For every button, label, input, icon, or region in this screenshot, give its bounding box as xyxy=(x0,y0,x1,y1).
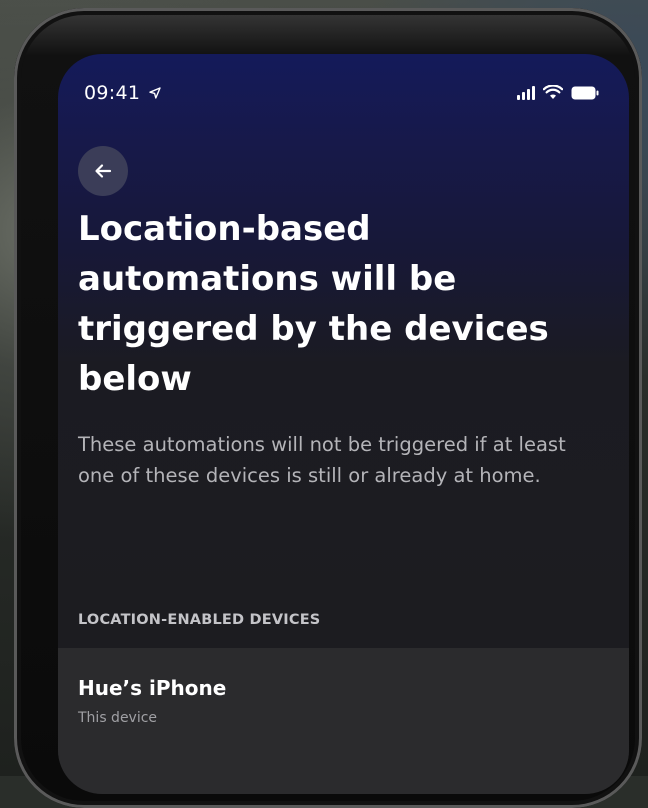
location-arrow-icon xyxy=(148,87,161,99)
status-time-text: 09:41 xyxy=(84,82,141,104)
status-time: 09:41 xyxy=(84,82,161,104)
device-detail: This device xyxy=(78,710,158,726)
section-header-location-devices: LOCATION-ENABLED DEVICES xyxy=(78,612,321,628)
phone-frame: 09:41 Location-based automations will be… xyxy=(14,8,642,808)
status-icons xyxy=(517,84,599,100)
battery-icon xyxy=(571,86,599,100)
page-description: These automations will not be triggered … xyxy=(78,433,566,487)
page-title: Location-based automations will be trigg… xyxy=(78,209,549,399)
device-name: Hue’s iPhone xyxy=(78,676,227,700)
cellular-signal-icon xyxy=(517,86,535,100)
status-bar: 09:41 xyxy=(58,54,629,134)
arrow-left-icon xyxy=(95,164,112,178)
app-screen: 09:41 Location-based automations will be… xyxy=(58,54,629,794)
device-list-item[interactable]: Hue’s iPhone This device xyxy=(58,648,629,794)
wifi-icon xyxy=(543,85,563,99)
back-button[interactable] xyxy=(78,146,128,196)
